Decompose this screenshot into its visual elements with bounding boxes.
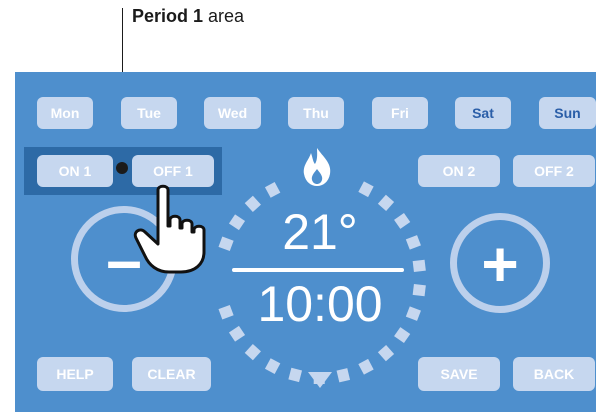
on-2-button[interactable]: ON 2: [418, 155, 500, 187]
dial-tick: [218, 236, 234, 252]
day-button-thu[interactable]: Thu: [288, 97, 344, 129]
on-1-button[interactable]: ON 1: [37, 155, 113, 187]
temperature-readout: 21°: [282, 204, 358, 260]
day-button-wed[interactable]: Wed: [204, 97, 261, 129]
dial-tick: [264, 181, 281, 198]
dial-tick: [394, 327, 411, 344]
callout-dot: [116, 162, 128, 174]
callout-rest: area: [203, 6, 245, 26]
pointing-hand-icon: [133, 184, 206, 274]
dial-tick: [218, 304, 234, 320]
day-button-sun[interactable]: Sun: [539, 97, 596, 129]
dial-tick: [244, 343, 261, 361]
clear-button[interactable]: CLEAR: [132, 357, 211, 391]
thermostat-figure: Period 1 area Mon Tue Wed Thu Fri Sat Su…: [0, 0, 611, 412]
dial-tick: [288, 367, 303, 383]
dial-tick: [405, 306, 421, 321]
save-button[interactable]: SAVE: [418, 357, 500, 391]
dial-tick: [358, 358, 374, 375]
off-2-button[interactable]: OFF 2: [513, 155, 595, 187]
help-button[interactable]: HELP: [37, 357, 113, 391]
day-button-tue[interactable]: Tue: [121, 97, 177, 129]
dial-tick: [336, 368, 351, 383]
day-button-mon[interactable]: Mon: [37, 97, 93, 129]
triangle-marker-icon: [308, 372, 332, 388]
dial-tick: [377, 344, 395, 362]
time-readout: 10:00: [257, 276, 383, 332]
dial-tick: [405, 235, 421, 250]
dial-tick: [264, 358, 281, 375]
flame-icon: [303, 148, 331, 186]
day-button-sat[interactable]: Sat: [455, 97, 511, 129]
dial-tick: [412, 259, 426, 273]
dial-divider: [232, 268, 404, 272]
callout-label: Period 1 area: [132, 6, 244, 27]
plus-icon: +: [481, 228, 519, 300]
dial-tick: [412, 283, 426, 297]
day-button-fri[interactable]: Fri: [372, 97, 428, 129]
dial-tick: [358, 181, 374, 198]
callout-bold: Period 1: [132, 6, 204, 26]
back-button[interactable]: BACK: [513, 357, 595, 391]
